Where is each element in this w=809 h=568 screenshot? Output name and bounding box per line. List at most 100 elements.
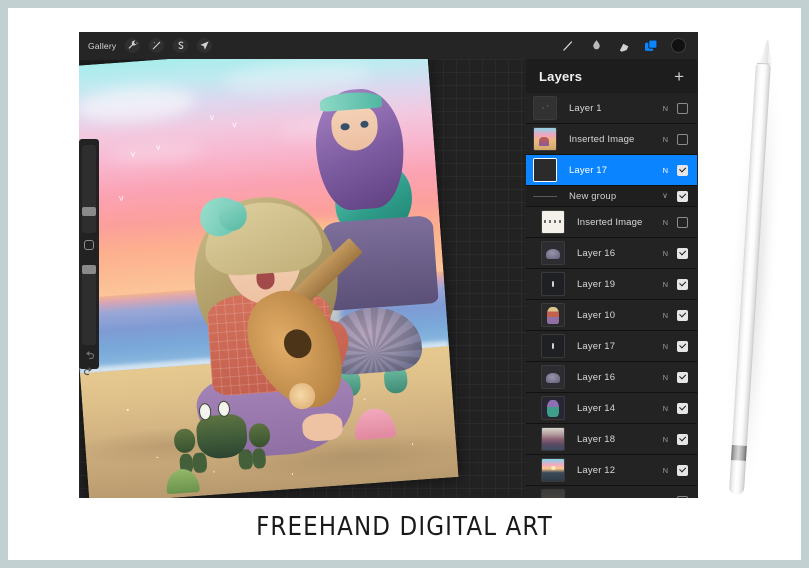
- layer-row[interactable]: Layer 18 N: [526, 424, 697, 455]
- layer-visibility-checkbox[interactable]: [677, 309, 688, 321]
- layer-visibility-checkbox[interactable]: [677, 402, 688, 414]
- layer-thumbnail[interactable]: [541, 396, 565, 420]
- layer-row[interactable]: Layer 16 N: [526, 362, 697, 393]
- layer-blend-mode[interactable]: N: [663, 373, 668, 382]
- layers-icon[interactable]: [644, 39, 659, 53]
- layer-row[interactable]: Inserted Image N: [526, 207, 697, 238]
- redo-icon[interactable]: [83, 365, 95, 377]
- layer-thumbnail[interactable]: [541, 489, 565, 498]
- layer-blend-mode[interactable]: N: [663, 218, 668, 227]
- layer-blend-mode[interactable]: N: [663, 404, 668, 413]
- layer-thumbnail[interactable]: [541, 303, 565, 327]
- chevron-down-icon[interactable]: ∨: [662, 192, 668, 200]
- layer-name-label[interactable]: Layer 16: [577, 248, 615, 259]
- layer-visibility-checkbox[interactable]: [677, 216, 688, 228]
- undo-icon[interactable]: [83, 349, 95, 361]
- layer-visibility-checkbox[interactable]: [677, 247, 688, 259]
- layer-thumbnail[interactable]: [541, 210, 565, 234]
- layer-name-label[interactable]: Layer 1: [569, 103, 602, 114]
- layer-name-label[interactable]: Layer 19: [577, 279, 615, 290]
- layer-visibility-checkbox[interactable]: [677, 278, 688, 290]
- layer-thumbnail[interactable]: [541, 427, 565, 451]
- layer-blend-mode[interactable]: N: [663, 311, 668, 320]
- layer-group-row[interactable]: New group ∨: [526, 186, 697, 207]
- transform-arrow-icon[interactable]: [197, 38, 213, 53]
- layer-visibility-checkbox[interactable]: [677, 190, 688, 202]
- artwork-canvas[interactable]: v v v v v: [79, 59, 459, 498]
- layer-thumbnail[interactable]: [541, 365, 565, 389]
- layer-name-label[interactable]: Layer 10: [577, 310, 615, 321]
- layers-panel-header: Layers +: [526, 59, 697, 93]
- layer-row[interactable]: Layer 19 N: [526, 269, 697, 300]
- layer-thumbnail[interactable]: [541, 241, 565, 265]
- layer-row[interactable]: Layer 17 N: [526, 331, 697, 362]
- opacity-slider[interactable]: [82, 265, 96, 345]
- layer-blend-mode[interactable]: N: [663, 280, 668, 289]
- layer-name-label[interactable]: New group: [569, 191, 616, 202]
- crab-character: [171, 399, 272, 476]
- layer-row[interactable]: Layer 10 N: [526, 300, 697, 331]
- layers-list[interactable]: Layer 1 N Inserted Image N Layer 17 N New grou…: [526, 93, 697, 498]
- brush-size-thumb[interactable]: [82, 207, 96, 216]
- color-swatch-icon[interactable]: [671, 38, 686, 53]
- layer-row[interactable]: Layer 16 N: [526, 238, 697, 269]
- layer-row[interactable]: Layer 12 N: [526, 455, 697, 486]
- layer-row[interactable]: Layer 14 N: [526, 393, 697, 424]
- layer-visibility-checkbox[interactable]: [677, 495, 688, 498]
- layer-thumbnail[interactable]: [541, 334, 565, 358]
- layer-blend-mode[interactable]: N: [663, 342, 668, 351]
- layer-name-label[interactable]: Layer 14: [577, 403, 615, 414]
- layer-thumbnail[interactable]: [541, 458, 565, 482]
- layer-row[interactable]: Layer 1 N: [526, 93, 697, 124]
- layer-name-label[interactable]: Inserted Image: [569, 134, 634, 145]
- modify-button[interactable]: [84, 240, 94, 250]
- layer-name-label[interactable]: Inserted Image: [577, 217, 642, 228]
- app-toolbar: Gallery: [79, 32, 698, 59]
- layer-visibility-checkbox[interactable]: [677, 133, 688, 145]
- gallery-button[interactable]: Gallery: [88, 41, 116, 51]
- layer-name-label[interactable]: Layer 12: [577, 465, 615, 476]
- layer-blend-mode[interactable]: N: [663, 166, 668, 175]
- layer-visibility-checkbox[interactable]: [677, 371, 688, 383]
- eraser-icon[interactable]: [616, 38, 632, 54]
- layer-blend-mode[interactable]: N: [663, 466, 668, 475]
- layer-thumbnail-art: [542, 304, 564, 326]
- layer-thumbnail-art: [542, 459, 564, 481]
- group-line-icon: [533, 195, 557, 197]
- layer-name-label[interactable]: Layer 18: [577, 434, 615, 445]
- layer-visibility-checkbox[interactable]: [677, 340, 688, 352]
- layer-thumbnail-art: [542, 335, 564, 357]
- layer-thumbnail[interactable]: [541, 272, 565, 296]
- smudge-icon[interactable]: [588, 38, 604, 54]
- layer-row[interactable]: [526, 486, 697, 498]
- layer-blend-mode[interactable]: N: [663, 435, 668, 444]
- layer-blend-mode[interactable]: N: [663, 135, 668, 144]
- layer-thumbnail[interactable]: [533, 96, 557, 120]
- layer-visibility-checkbox[interactable]: [677, 464, 688, 476]
- brush-size-slider[interactable]: [82, 145, 96, 233]
- layer-thumbnail-art: [542, 242, 564, 264]
- layer-visibility-checkbox[interactable]: [677, 102, 688, 114]
- layer-visibility-checkbox[interactable]: [677, 164, 688, 176]
- opacity-thumb[interactable]: [82, 265, 96, 274]
- layer-thumbnail-art: [534, 128, 556, 150]
- poster-caption: FREEHAND DIGITAL ART: [256, 512, 553, 542]
- brush-icon[interactable]: [560, 38, 576, 54]
- layer-row[interactable]: Inserted Image N: [526, 124, 697, 155]
- magic-wand-icon[interactable]: [149, 38, 165, 53]
- layer-name-label[interactable]: Layer 17: [569, 165, 607, 176]
- selection-s-icon[interactable]: [173, 38, 189, 53]
- add-layer-button[interactable]: +: [674, 68, 684, 85]
- layer-thumbnail[interactable]: [533, 127, 557, 151]
- layer-row[interactable]: Layer 17 N: [526, 155, 697, 186]
- layer-blend-mode[interactable]: N: [663, 249, 668, 258]
- layers-panel: Layers + Layer 1 N Inserted Image N Layer 17…: [526, 59, 697, 498]
- layer-name-label[interactable]: Layer 16: [577, 372, 615, 383]
- adjustments-wrench-icon[interactable]: [125, 38, 141, 53]
- layer-visibility-checkbox[interactable]: [677, 433, 688, 445]
- layer-name-label[interactable]: Layer 17: [577, 341, 615, 352]
- ipad-screen: Gallery v v v v v Layers + Layer 1 N Ins…: [79, 32, 698, 498]
- layer-thumbnail-art: [542, 366, 564, 388]
- layer-blend-mode[interactable]: N: [663, 104, 668, 113]
- layer-thumbnail[interactable]: [533, 158, 557, 182]
